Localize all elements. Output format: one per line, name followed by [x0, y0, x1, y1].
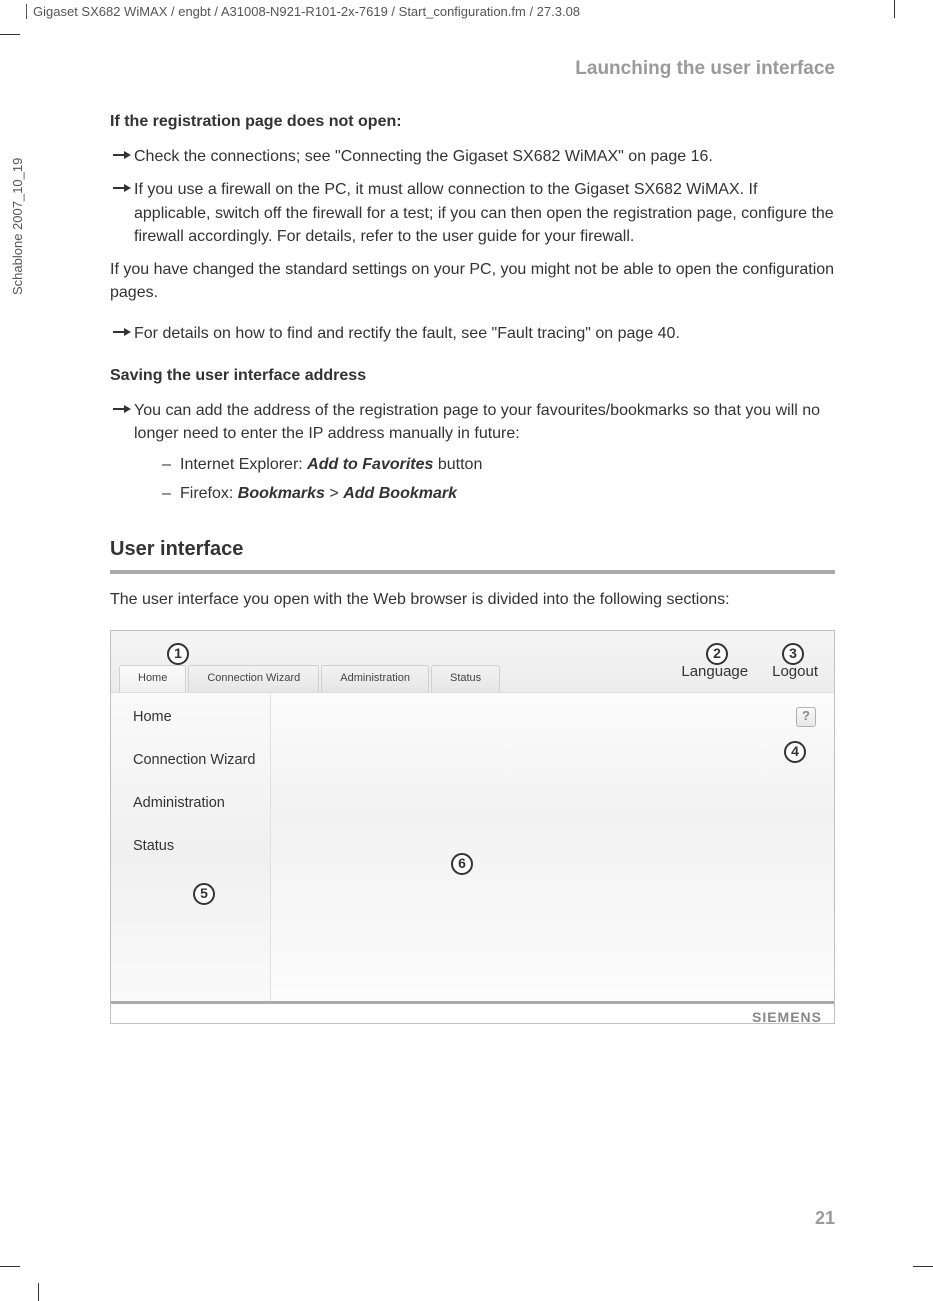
- sidebar-item-administration[interactable]: Administration: [133, 793, 270, 814]
- crop-mark: [894, 0, 895, 18]
- list-item: Firefox: Bookmarks > Add Bookmark: [180, 482, 457, 505]
- crop-mark: [0, 34, 20, 35]
- section-heading-registration: If the registration page does not open:: [110, 110, 835, 133]
- heading-user-interface: User interface: [110, 535, 835, 564]
- crop-mark: [913, 1266, 933, 1267]
- bullet-text: Check the connections; see "Connecting t…: [134, 145, 835, 168]
- tab-connection-wizard[interactable]: Connection Wizard: [188, 665, 319, 692]
- dash-marker: –: [162, 453, 180, 476]
- ui-screenshot-figure: Home Connection Wizard Administration St…: [110, 630, 835, 1024]
- heading-rule: [110, 570, 835, 574]
- intro-paragraph: The user interface you open with the Web…: [110, 588, 835, 611]
- bullet-text: For details on how to find and rectify t…: [134, 322, 835, 345]
- ui-sidebar: Home Connection Wizard Administration St…: [111, 693, 271, 1001]
- siemens-logo: SIEMENS: [752, 1009, 822, 1025]
- callout-6: 6: [451, 853, 473, 875]
- callout-5: 5: [193, 883, 215, 905]
- header-file-path: Gigaset SX682 WiMAX / engbt / A31008-N92…: [26, 4, 580, 19]
- tab-home[interactable]: Home: [119, 665, 186, 692]
- callout-3: 3: [782, 643, 804, 665]
- sidebar-item-home[interactable]: Home: [133, 707, 270, 728]
- ui-header-bar: Home Connection Wizard Administration St…: [111, 631, 834, 693]
- ui-footer: SIEMENS: [111, 1001, 834, 1025]
- callout-1: 1: [167, 643, 189, 665]
- dash-marker: –: [162, 482, 180, 505]
- crop-mark: [38, 1283, 39, 1301]
- bullet-text: You can add the address of the registrat…: [134, 402, 820, 442]
- callout-2: 2: [706, 643, 728, 665]
- arrow-right-icon: [110, 399, 134, 512]
- list-item: Internet Explorer: Add to Favorites butt…: [180, 453, 482, 476]
- template-side-label: Schablone 2007_10_19: [10, 158, 25, 295]
- sidebar-item-connection-wizard[interactable]: Connection Wizard: [133, 750, 270, 771]
- tab-administration[interactable]: Administration: [321, 665, 429, 692]
- bullet-text: If you use a firewall on the PC, it must…: [134, 178, 835, 248]
- tab-status[interactable]: Status: [431, 665, 500, 692]
- arrow-right-icon: [110, 145, 134, 168]
- page-number: 21: [815, 1208, 835, 1229]
- help-icon[interactable]: ?: [796, 707, 816, 727]
- sidebar-item-status[interactable]: Status: [133, 836, 270, 857]
- section-heading-saving: Saving the user interface address: [110, 364, 835, 387]
- callout-4: 4: [784, 741, 806, 763]
- crop-mark: [0, 1266, 20, 1267]
- ui-main-area: ?: [271, 693, 834, 1001]
- running-header: Launching the user interface: [110, 58, 835, 80]
- arrow-right-icon: [110, 322, 134, 345]
- arrow-right-icon: [110, 178, 134, 248]
- paragraph: If you have changed the standard setting…: [110, 258, 835, 304]
